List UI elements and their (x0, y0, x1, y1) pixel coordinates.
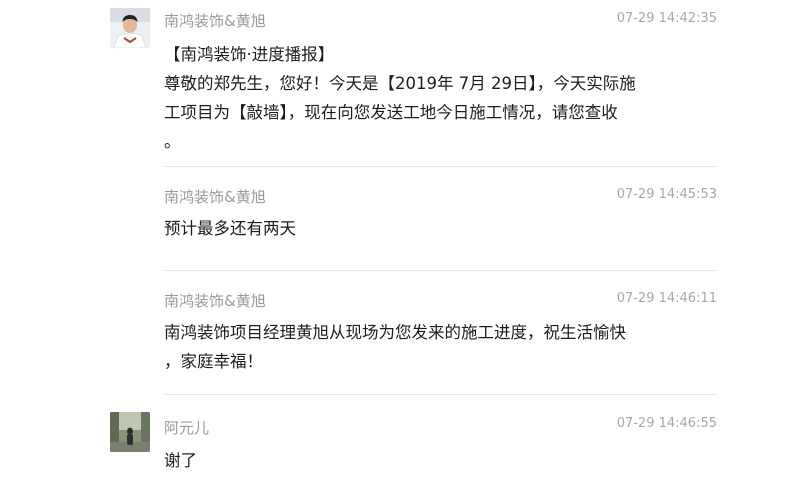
message-divider (164, 394, 717, 395)
message-line: 【南鸿装饰·进度播报】 (164, 45, 335, 64)
message-divider (164, 270, 717, 271)
sender-name[interactable]: 阿元儿 (164, 418, 209, 438)
message-line: 南鸿装饰项目经理黄旭从现场为您发来的施工进度，祝生活愉快 (164, 323, 626, 342)
message-line: 尊敬的郑先生，您好！今天是【2019年 7月 29日】，今天实际施 (164, 74, 636, 93)
avatar-photo-icon (110, 8, 150, 48)
avatar[interactable] (110, 8, 150, 48)
message-line: 谢了 (164, 451, 197, 470)
message-timestamp: 07-29 14:46:55 (616, 416, 717, 431)
message-timestamp: 07-29 14:46:11 (616, 291, 717, 306)
message-divider (164, 166, 717, 167)
message-body: 预计最多还有两天 (164, 214, 724, 243)
avatar-photo-icon (110, 412, 150, 452)
message-body: 【南鸿装饰·进度播报】 尊敬的郑先生，您好！今天是【2019年 7月 29日】，… (164, 40, 724, 156)
message-line: 预计最多还有两天 (164, 219, 296, 238)
message-line: 工项目为【敲墙】，现在向您发送工地今日施工情况，请您查收 (164, 103, 618, 122)
message-body: 谢了 (164, 446, 724, 475)
sender-name[interactable]: 南鸿装饰&黄旭 (164, 291, 266, 311)
sender-name[interactable]: 南鸿装饰&黄旭 (164, 11, 266, 31)
message-timestamp: 07-29 14:42:35 (616, 11, 717, 26)
message-timestamp: 07-29 14:45:53 (616, 187, 717, 202)
message-body: 南鸿装饰项目经理黄旭从现场为您发来的施工进度，祝生活愉快 ，家庭幸福！ (164, 318, 724, 376)
sender-name[interactable]: 南鸿装饰&黄旭 (164, 187, 266, 207)
avatar[interactable] (110, 412, 150, 452)
message-line: 。 (164, 132, 181, 151)
chat-history: 南鸿装饰&黄旭 07-29 14:42:35 【南鸿装饰·进度播报】 尊敬的郑先… (0, 0, 810, 494)
message-line: ，家庭幸福！ (164, 352, 263, 371)
